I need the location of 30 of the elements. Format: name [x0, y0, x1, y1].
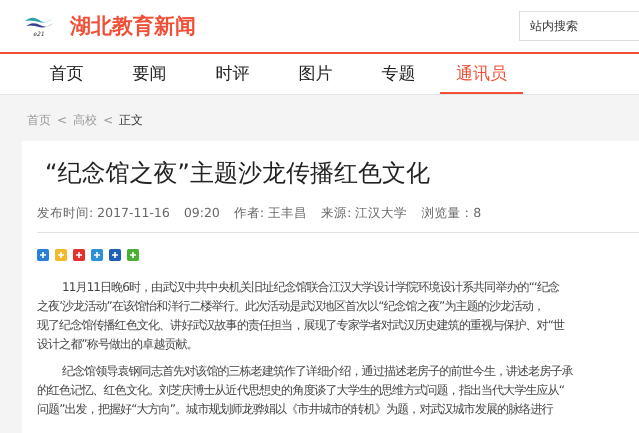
nav-tab[interactable]: 时评 — [191, 54, 274, 94]
paragraph-line: 纪念馆领导袁钢同志首先对该馆的三栋老建筑作了详细介绍，通过描述老房子的前世今生，讲述老房子承 — [61, 363, 573, 380]
breadcrumb-separator: < — [103, 113, 114, 127]
meta-text: 来源: 江汉大学 — [321, 205, 408, 222]
breadcrumb-link[interactable]: 正文 — [119, 112, 144, 128]
share-icon[interactable] — [91, 249, 103, 261]
share-icon[interactable] — [73, 249, 85, 261]
meta-text: 发布时间: 2017-11-16 — [37, 205, 170, 222]
breadcrumb-separator: < — [57, 113, 68, 127]
share-icon[interactable] — [109, 249, 121, 261]
paragraph-line: 现了纪念馆传播红色文化、讲好武汉故事的责任担当，展现了专家学者对武汉历史建筑的重视与保护、对“世 — [37, 317, 564, 334]
nav-tab[interactable]: 专题 — [357, 54, 440, 94]
article-title: “纪念馆之夜”主题沙龙传播红色文化 — [45, 158, 431, 189]
nav-tab[interactable]: 首页 — [25, 54, 108, 94]
site-name[interactable]: 湖北教育新闻 — [70, 12, 196, 40]
waves-logo-icon — [24, 14, 54, 30]
nav-tab[interactable]: 图片 — [274, 54, 357, 94]
paragraph-line: 问题”出发，把握好“大方向”。城市规划师龙骅娟以《市井城市的转机》为题，对武汉城市发展的脉络进行 — [37, 401, 552, 418]
search-field[interactable]: 站内搜索 — [519, 11, 639, 41]
paragraph-line: 的红色记忆、红色文化。刘芝庆博士从近代思想史的角度谈了大学生的思维方式问题，指出当代大学生应从“ — [37, 382, 564, 399]
paragraph-line: 设计之都”称号做出的卓越贡献。 — [37, 336, 198, 353]
meta-text: 浏览量：8 — [421, 205, 482, 222]
meta-text: 作者: 王丰昌 — [234, 205, 308, 222]
meta-text: 09:20 — [184, 205, 220, 222]
share-icon[interactable] — [127, 249, 139, 261]
nav-tab[interactable]: 要闻 — [108, 54, 191, 94]
nav-tab[interactable]: 通讯员 — [440, 54, 523, 94]
share-icon[interactable] — [37, 249, 49, 261]
paragraph-line: 之夜’沙龙活动”在该馆怡和洋行二楼举行。此次活动是武汉地区首次以“纪念馆之夜”为主题的沙龙活动， — [37, 298, 544, 315]
paragraph-line: 11月11日晚6时，由武汉中共中央机关旧址纪念馆联合江汉大学设计学院环境设计系共同举办的“‘纪念 — [61, 279, 560, 296]
